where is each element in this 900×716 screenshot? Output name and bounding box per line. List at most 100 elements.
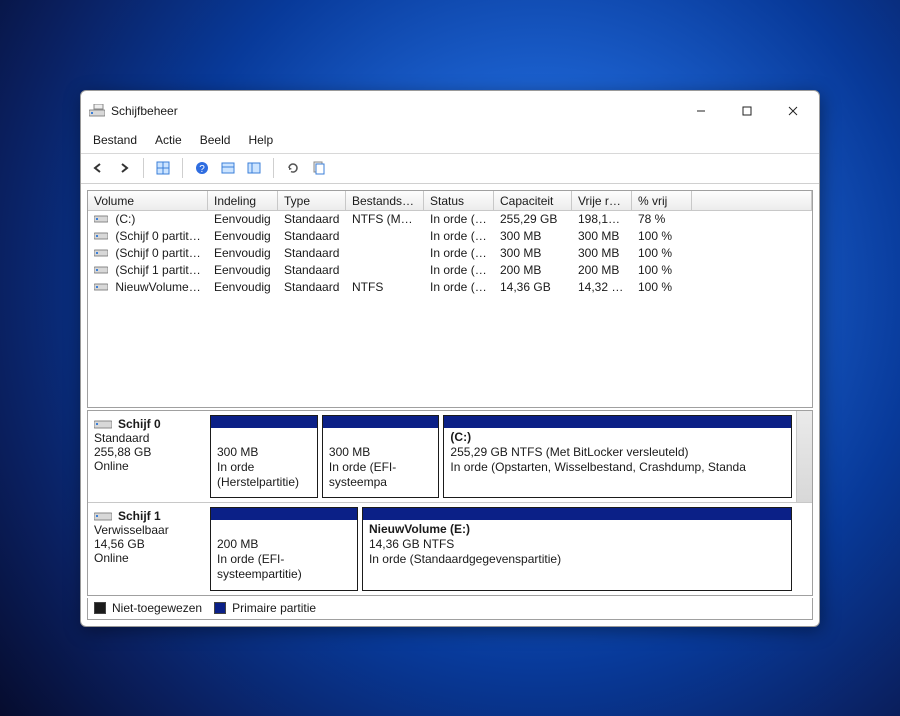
toolbar: ? (81, 154, 819, 184)
menu-bestand[interactable]: Bestand (85, 129, 145, 153)
cell-status: In orde (St... (424, 279, 494, 296)
disk-info: Schijf 1Verwisselbaar14,56 GBOnline (88, 503, 206, 595)
cell-capacity: 300 MB (494, 228, 572, 245)
properties-icon (312, 161, 326, 175)
partition-header (323, 416, 439, 428)
toolbar-help-button[interactable]: ? (191, 157, 213, 179)
table-row[interactable]: (Schijf 0 partitie 2)EenvoudigStandaardI… (88, 245, 812, 262)
cell-layout: Eenvoudig (208, 245, 278, 262)
toolbar-settings-button[interactable] (243, 157, 265, 179)
partition[interactable]: NieuwVolume (E:)14,36 GB NTFSIn orde (St… (362, 507, 792, 591)
svg-text:?: ? (199, 164, 205, 175)
refresh-icon (286, 161, 300, 175)
cell-type: Standaard (278, 279, 346, 296)
app-icon (89, 104, 105, 118)
toolbar-properties-button[interactable] (308, 157, 330, 179)
cell-status: In orde (H... (424, 228, 494, 245)
cell-type: Standaard (278, 262, 346, 279)
cell-layout: Eenvoudig (208, 279, 278, 296)
table-row[interactable]: NieuwVolume (E:)EenvoudigStandaardNTFSIn… (88, 279, 812, 296)
cell-type: Standaard (278, 228, 346, 245)
col-volume[interactable]: Volume (88, 191, 208, 210)
cell-pct: 78 % (632, 211, 692, 228)
partition-status: In orde (EFI-systeempa (329, 460, 433, 490)
cell-volume: NieuwVolume (E:) (88, 279, 208, 296)
cell-filesystem (346, 252, 424, 254)
cell-status: In orde (E... (424, 262, 494, 279)
table-row[interactable]: (C:)EenvoudigStandaardNTFS (Met ...In or… (88, 211, 812, 228)
cell-volume: (Schijf 0 partitie 1) (88, 228, 208, 245)
col-pct-free[interactable]: % vrij (632, 191, 692, 210)
menu-help[interactable]: Help (240, 129, 281, 153)
disk-size: 255,88 GB (94, 445, 151, 459)
partition-size: 200 MB (217, 537, 351, 552)
col-capacity[interactable]: Capaciteit (494, 191, 572, 210)
back-arrow-icon (91, 161, 105, 175)
partition-header (211, 416, 317, 428)
menu-beeld[interactable]: Beeld (192, 129, 239, 153)
toolbar-separator (182, 158, 183, 178)
cell-pct: 100 % (632, 245, 692, 262)
col-type[interactable]: Type (278, 191, 346, 210)
toolbar-back-button[interactable] (87, 157, 109, 179)
cell-free: 200 MB (572, 262, 632, 279)
toolbar-refresh-button[interactable] (282, 157, 304, 179)
menu-actie[interactable]: Actie (147, 129, 190, 153)
scrollbar-spacer (796, 503, 812, 595)
partition[interactable]: 200 MBIn orde (EFI-systeempartitie) (210, 507, 358, 591)
titlebar: Schijfbeheer (81, 91, 819, 129)
partition-header (363, 508, 791, 520)
col-status[interactable]: Status (424, 191, 494, 210)
toolbar-separator (273, 158, 274, 178)
legend-primary-label: Primaire partitie (232, 601, 316, 615)
list-icon (221, 161, 235, 175)
partition-size: 255,29 GB NTFS (Met BitLocker versleutel… (450, 445, 785, 460)
col-filesystem[interactable]: Bestandssys... (346, 191, 424, 210)
grid-icon (156, 161, 170, 175)
disk-row: Schijf 0Standaard255,88 GBOnline300 MBIn… (88, 411, 812, 503)
cell-free: 300 MB (572, 228, 632, 245)
cell-free: 198,16 GB (572, 211, 632, 228)
partition-body: 200 MBIn orde (EFI-systeempartitie) (211, 520, 357, 590)
table-body: (C:)EenvoudigStandaardNTFS (Met ...In or… (88, 211, 812, 407)
table-row[interactable]: (Schijf 0 partitie 1)EenvoudigStandaardI… (88, 228, 812, 245)
table-row[interactable]: (Schijf 1 partitie 1)EenvoudigStandaardI… (88, 262, 812, 279)
disk-type: Standaard (94, 431, 149, 445)
legend-unallocated-label: Niet-toegewezen (112, 601, 202, 615)
col-layout[interactable]: Indeling (208, 191, 278, 210)
cell-filesystem: NTFS (346, 279, 424, 296)
forward-arrow-icon (117, 161, 131, 175)
cell-capacity: 200 MB (494, 262, 572, 279)
cell-filesystem (346, 269, 424, 271)
partition[interactable]: 300 MBIn orde (EFI-systeempa (322, 415, 440, 498)
window-minimize-button[interactable] (679, 97, 723, 125)
cell-extra (692, 269, 812, 271)
legend-primary: Primaire partitie (214, 601, 316, 615)
col-extra[interactable] (692, 191, 812, 210)
partition-status: In orde (Herstelpartitie) (217, 460, 311, 490)
cell-type: Standaard (278, 211, 346, 228)
partition[interactable]: 300 MBIn orde (Herstelpartitie) (210, 415, 318, 498)
col-free[interactable]: Vrije rui... (572, 191, 632, 210)
cell-type: Standaard (278, 245, 346, 262)
legend: Niet-toegewezen Primaire partitie (87, 598, 813, 620)
disk-partitions: 300 MBIn orde (Herstelpartitie)300 MBIn … (206, 411, 796, 502)
vertical-scrollbar[interactable] (796, 411, 812, 502)
partition[interactable]: (C:)255,29 GB NTFS (Met BitLocker versle… (443, 415, 792, 498)
window-maximize-button[interactable] (725, 97, 769, 125)
partition-size: 14,36 GB NTFS (369, 537, 785, 552)
table-header: Volume Indeling Type Bestandssys... Stat… (88, 191, 812, 211)
cell-capacity: 300 MB (494, 245, 572, 262)
toolbar-view-button[interactable] (152, 157, 174, 179)
toolbar-detail-button[interactable] (217, 157, 239, 179)
disk-size: 14,56 GB (94, 537, 145, 551)
cell-extra (692, 235, 812, 237)
partition-status: In orde (Opstarten, Wisselbestand, Crash… (450, 460, 785, 475)
toolbar-forward-button[interactable] (113, 157, 135, 179)
cell-extra (692, 218, 812, 220)
swatch-black (94, 602, 106, 614)
disk-status: Online (94, 459, 129, 473)
window-close-button[interactable] (771, 97, 815, 125)
partition-header (211, 508, 357, 520)
cell-volume: (Schijf 0 partitie 2) (88, 245, 208, 262)
